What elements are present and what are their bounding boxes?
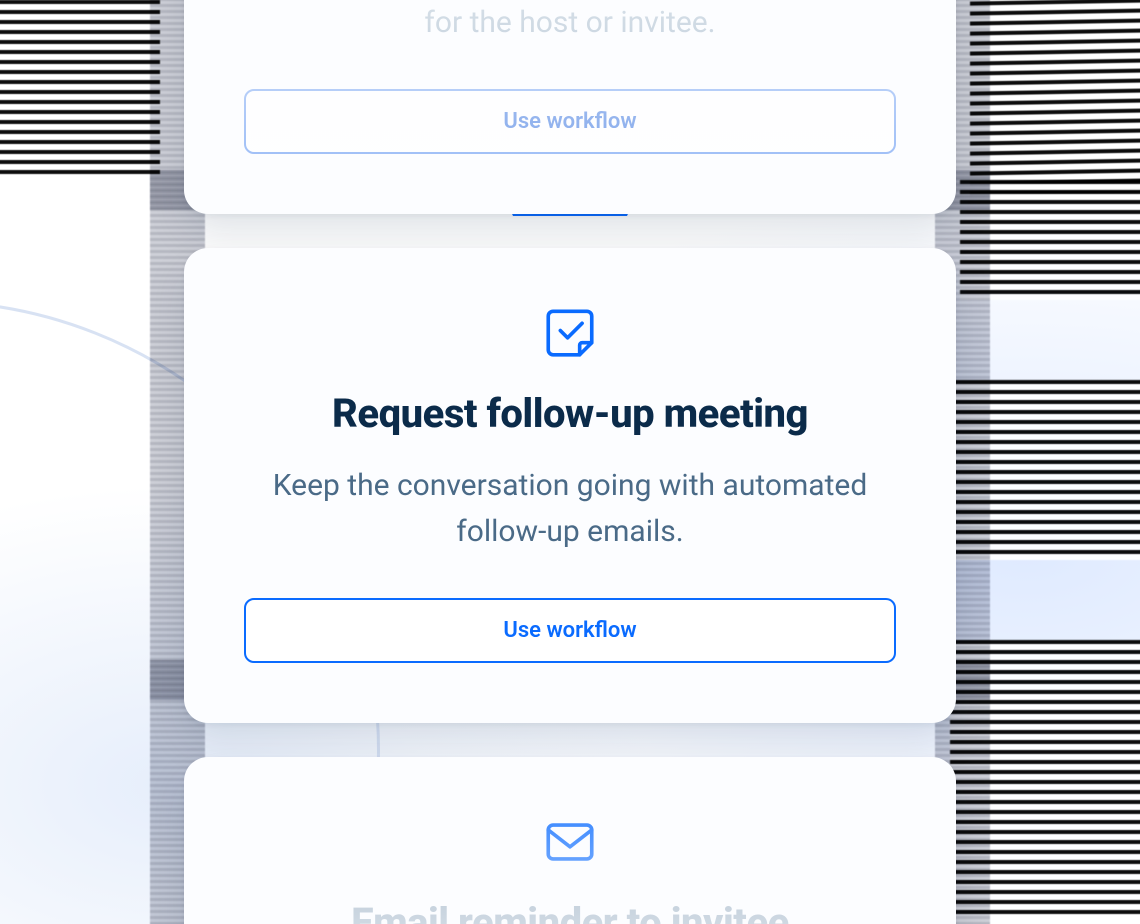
card-description: for the host or invitee. <box>244 0 896 47</box>
workflow-card-email-reminder: Email reminder to invitee <box>184 757 956 924</box>
decorative-stripes <box>970 0 1140 202</box>
workflow-card-top: for the host or invitee. Use workflow <box>184 0 956 214</box>
use-workflow-button[interactable]: Use workflow <box>244 89 896 154</box>
decorative-stripes <box>0 0 160 180</box>
use-workflow-button[interactable]: Use workflow <box>244 598 896 663</box>
workflow-card-follow-up: Request follow-up meeting Keep the conve… <box>184 248 956 723</box>
card-title: Request follow-up meeting <box>244 390 896 437</box>
card-title: Email reminder to invitee <box>244 899 896 924</box>
checked-note-icon <box>244 304 896 362</box>
mail-icon <box>244 813 896 871</box>
workflow-card-column: for the host or invitee. Use workflow Re… <box>184 0 956 924</box>
card-description: Keep the conversation going with automat… <box>244 463 896 556</box>
